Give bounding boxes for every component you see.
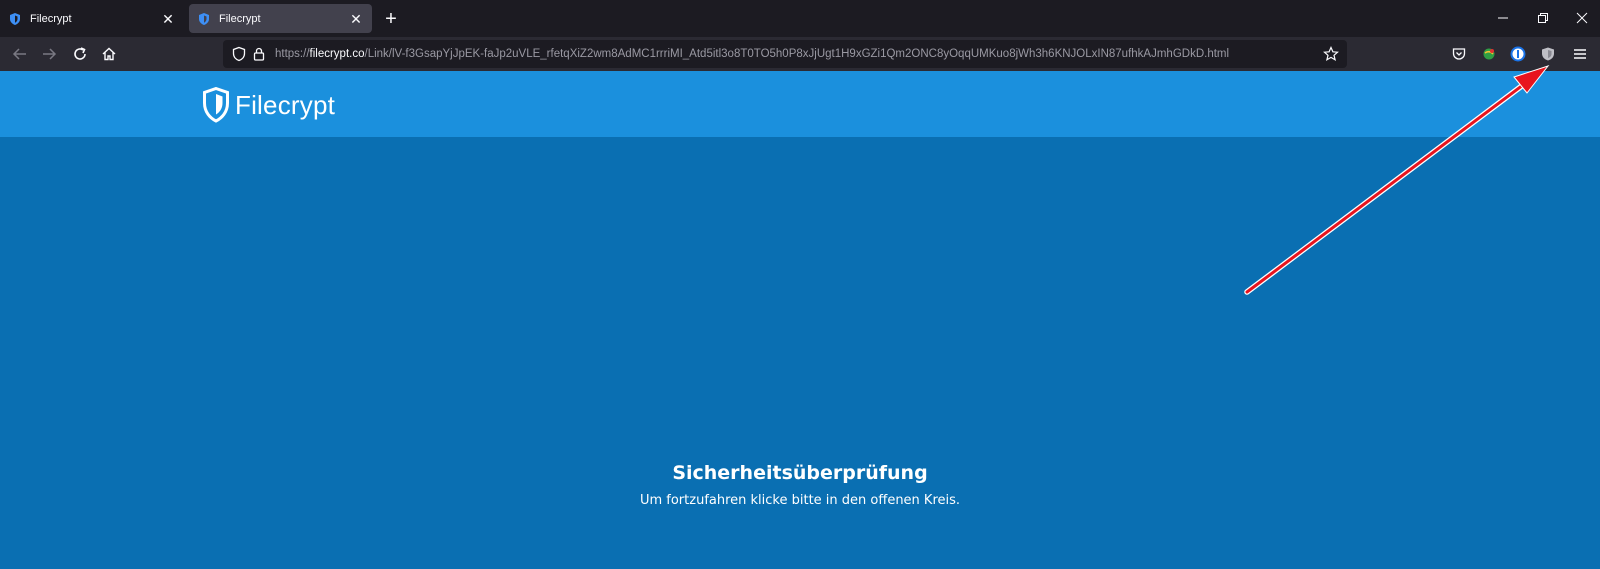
url-path: /Link/lV-f3GsapYjJpEK-faJp2uVLE_rfetqXiZ… (364, 48, 1230, 60)
browser-tab-2[interactable]: Filecrypt ✕ (189, 4, 372, 33)
close-window-icon[interactable] (1570, 6, 1594, 30)
filecrypt-shield-logo-icon (203, 87, 229, 123)
filecrypt-shield-icon (10, 12, 20, 25)
address-bar[interactable]: https://filecrypt.co/Link/lV-f3GsapYjJpE… (223, 40, 1347, 68)
bookmark-star-icon[interactable] (1323, 46, 1339, 62)
browser-tab-1[interactable]: Filecrypt ✕ (0, 4, 184, 33)
new-tab-button[interactable]: + (380, 8, 402, 30)
reload-icon[interactable] (68, 42, 92, 66)
site-header: Filecrypt (0, 71, 1600, 137)
url-text[interactable]: https://filecrypt.co/Link/lV-f3GsapYjJpE… (275, 40, 1285, 68)
page-heading: Sicherheitsüberprüfung (672, 462, 928, 484)
back-arrow-icon[interactable] (8, 42, 32, 66)
page-instruction: Um fortzufahren klicke bitte in den offe… (639, 493, 961, 508)
close-tab-icon[interactable]: ✕ (348, 11, 364, 27)
tab-title: Filecrypt (219, 12, 261, 25)
forward-arrow-icon[interactable] (37, 42, 61, 66)
filecrypt-shield-icon (199, 12, 209, 25)
navigation-toolbar: https://filecrypt.co/Link/lV-f3GsapYjJpE… (0, 37, 1600, 71)
page-content: Sicherheitsüberprüfung Um fortzufahren k… (0, 137, 1600, 569)
pocket-icon[interactable] (1447, 42, 1471, 66)
filecrypt-logo[interactable]: Filecrypt (203, 85, 335, 125)
shield-extension-icon[interactable] (1536, 42, 1560, 66)
tracking-protection-shield-icon[interactable] (231, 46, 247, 62)
tab-title: Filecrypt (30, 12, 72, 25)
logo-text: Filecrypt (235, 89, 336, 120)
home-icon[interactable] (97, 42, 121, 66)
minimize-window-icon[interactable] (1491, 6, 1515, 30)
password-manager-icon[interactable] (1506, 42, 1530, 66)
extension-globe-icon[interactable] (1477, 42, 1501, 66)
url-host: filecrypt.co (309, 48, 365, 60)
lock-icon[interactable] (251, 46, 267, 62)
restore-window-icon[interactable] (1531, 6, 1555, 30)
tab-strip: Filecrypt ✕ Filecrypt ✕ + (0, 0, 1600, 37)
close-tab-icon[interactable]: ✕ (160, 11, 176, 27)
hamburger-menu-icon[interactable] (1568, 42, 1592, 66)
url-scheme: https:// (275, 48, 310, 60)
